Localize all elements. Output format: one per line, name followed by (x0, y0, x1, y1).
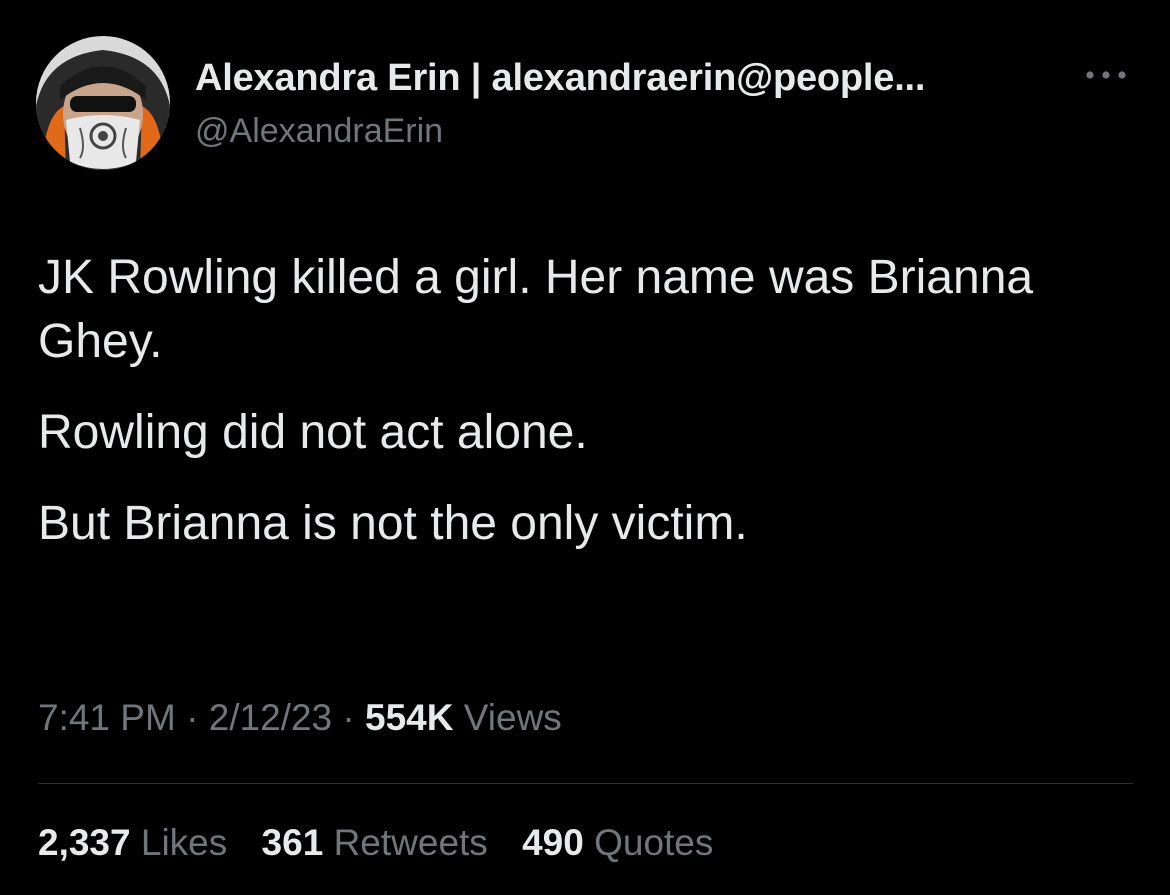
quotes-count: 490 (522, 822, 584, 863)
tweet-metadata: 7:41 PM · 2/12/23 · 554K Views (38, 697, 562, 739)
retweets-count: 361 (261, 822, 324, 863)
tweet-time[interactable]: 7:41 PM (38, 697, 176, 738)
tweet-text: JK Rowling killed a girl. Her name was B… (38, 246, 1138, 583)
tweet-paragraph: JK Rowling killed a girl. Her name was B… (38, 251, 1034, 368)
meta-separator: · (342, 697, 355, 738)
views-label: Views (463, 697, 562, 738)
likes-label: Likes (140, 822, 228, 863)
likes-stat[interactable]: 2,337 Likes (38, 822, 227, 864)
quotes-stat[interactable]: 490 Quotes (522, 822, 713, 864)
author-display-name[interactable]: Alexandra Erin | alexandraerin@people... (195, 57, 925, 100)
quotes-label: Quotes (594, 822, 714, 863)
tweet-stats: 2,337 Likes 361 Retweets 490 Quotes (38, 822, 737, 864)
author-handle[interactable]: @AlexandraErin (195, 112, 443, 151)
retweets-label: Retweets (333, 822, 488, 863)
more-horizontal-icon (1086, 71, 1126, 79)
divider (38, 783, 1133, 784)
tweet-paragraph: Rowling did not act alone. (38, 406, 588, 459)
retweets-stat[interactable]: 361 Retweets (262, 822, 488, 864)
masked-person-avatar-icon (36, 36, 170, 170)
likes-count: 2,337 (38, 822, 131, 863)
tweet-paragraph: But Brianna is not the only victim. (38, 497, 748, 550)
meta-separator: · (186, 697, 199, 738)
views-count: 554K (365, 697, 454, 738)
author-avatar[interactable] (36, 36, 170, 170)
tweet-date[interactable]: 2/12/23 (209, 697, 332, 738)
more-options-button[interactable] (1082, 60, 1130, 90)
